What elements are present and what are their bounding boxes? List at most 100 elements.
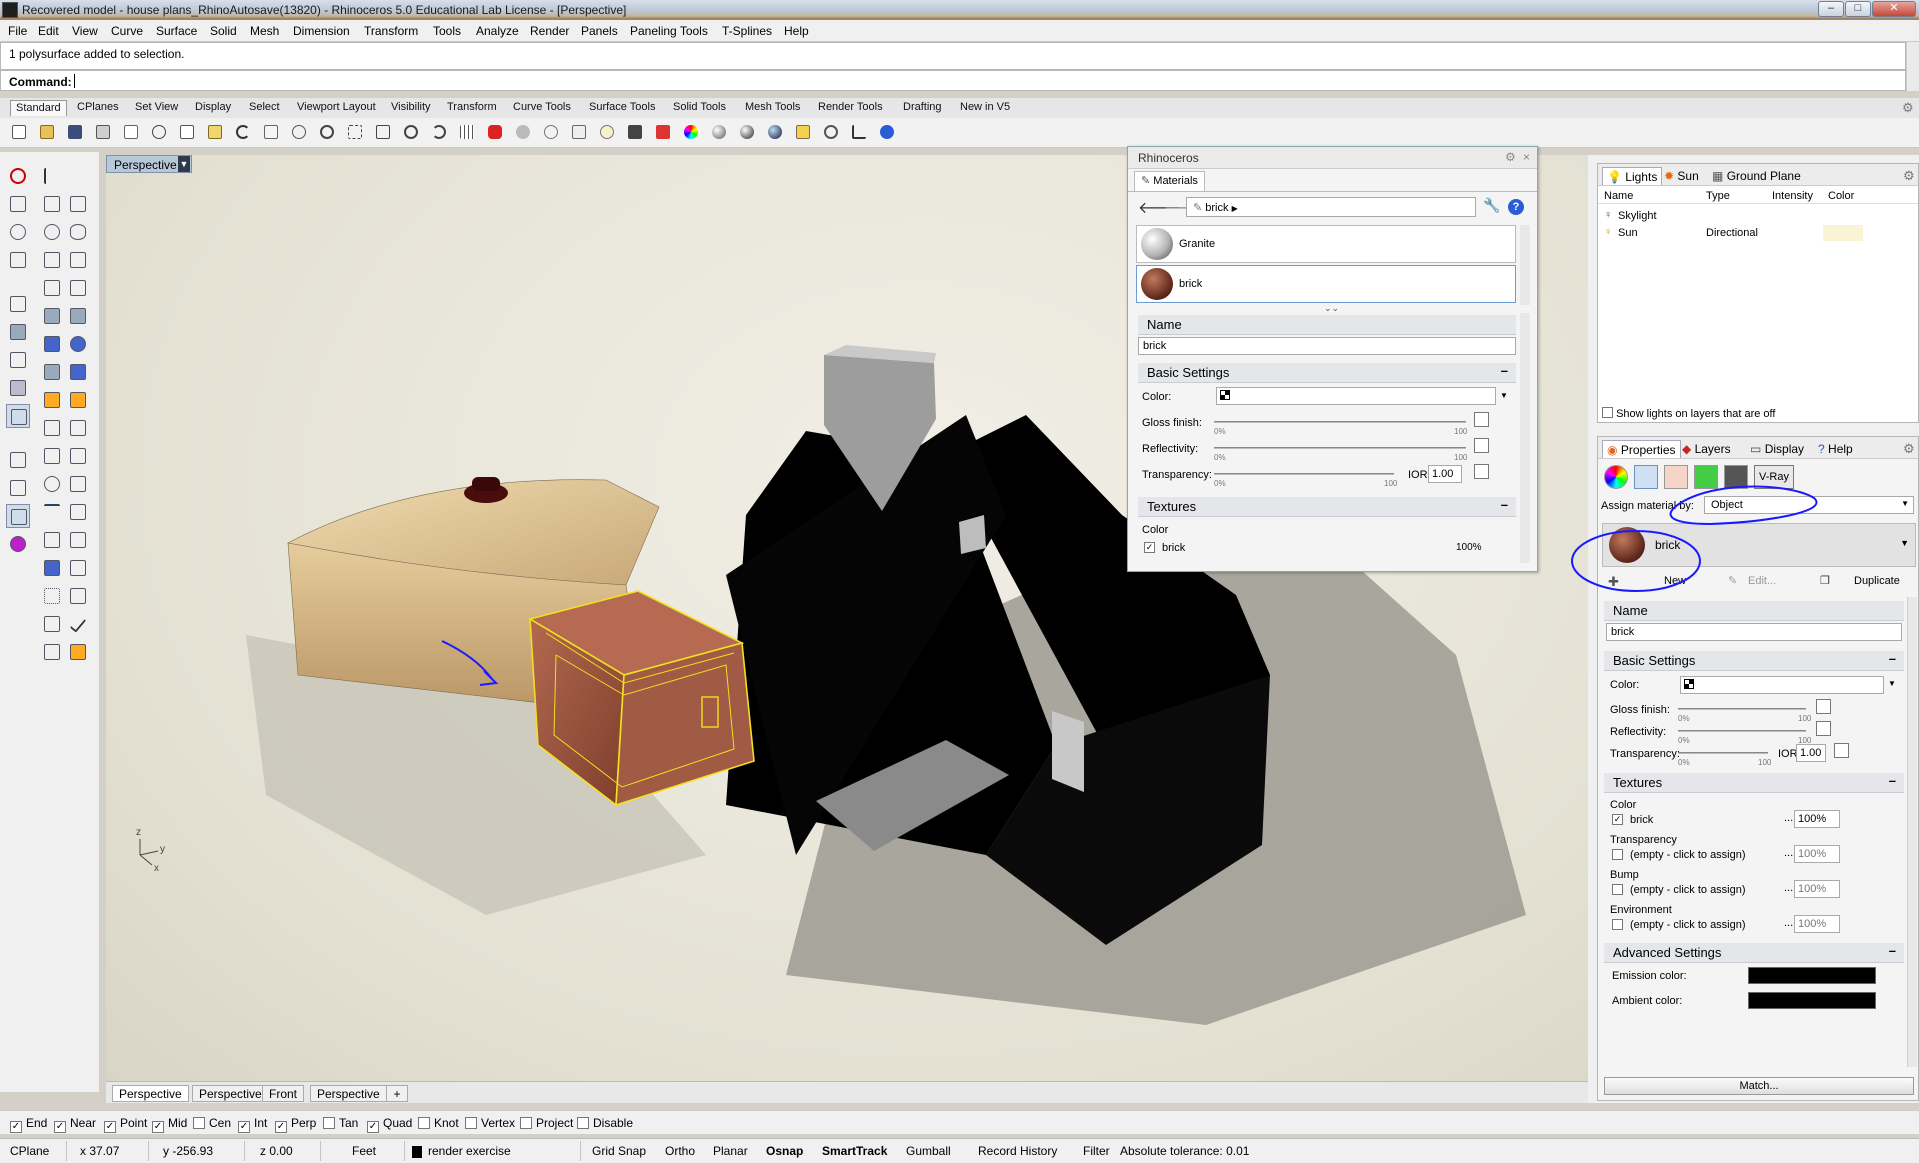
box-edge-icon[interactable] — [6, 404, 30, 428]
mp-gloss-slider[interactable] — [1214, 421, 1466, 423]
toolbar-settings-icon[interactable]: ⚙ — [1902, 100, 1914, 116]
light-icon[interactable] — [66, 388, 90, 412]
copy-icon[interactable] — [176, 121, 198, 143]
point-icon[interactable] — [66, 164, 90, 188]
tab-ground-plane[interactable]: ▦ Ground Plane — [1708, 167, 1805, 185]
menu-help[interactable]: Help — [784, 24, 809, 38]
tab-materials[interactable]: ✎ Materials — [1134, 171, 1205, 191]
osnap-perp[interactable]: ✓Perp — [275, 1116, 316, 1133]
axis-icon[interactable] — [6, 292, 30, 316]
ellipse-icon[interactable] — [66, 220, 90, 244]
show-lights-checkbox[interactable] — [1602, 407, 1613, 418]
tab-lights[interactable]: 💡 Lights — [1602, 167, 1662, 185]
texture-transparency-checkbox[interactable] — [1612, 849, 1623, 860]
car-icon[interactable] — [484, 121, 506, 143]
material-list-item-brick[interactable]: brick — [1136, 265, 1516, 303]
color-swatch-field[interactable] — [1680, 676, 1884, 694]
mirror-icon[interactable] — [66, 528, 90, 552]
toggle-planar[interactable]: Planar — [713, 1144, 748, 1158]
mp-transparency-swatch[interactable] — [1474, 464, 1489, 479]
material-list-scrollbar[interactable] — [1520, 225, 1530, 305]
texture-color-value[interactable]: brick — [1630, 814, 1653, 826]
solid-box-icon[interactable] — [40, 332, 64, 356]
mp-texture-color-amount[interactable]: 100% — [1456, 542, 1482, 553]
texture-environment-value[interactable]: (empty - click to assign) — [1630, 919, 1746, 931]
menu-analyze[interactable]: Analyze — [476, 24, 519, 38]
light-bulb-icon[interactable] — [596, 121, 618, 143]
osnap-mid-checkbox[interactable]: ✓ — [152, 1121, 164, 1133]
osnap-vertex-checkbox[interactable] — [465, 1117, 477, 1129]
texture-transparency-amount[interactable]: 100% — [1794, 845, 1840, 863]
tab-viewport-layout[interactable]: Viewport Layout — [292, 100, 381, 116]
sphere-wire-icon[interactable] — [6, 220, 30, 244]
purple-gear-icon[interactable] — [6, 532, 30, 556]
rendered-sphere-icon[interactable] — [736, 121, 758, 143]
zoom-icon[interactable] — [316, 121, 338, 143]
surface-icon[interactable] — [40, 304, 64, 328]
splitter-icon[interactable]: ⌄⌄ — [1324, 303, 1339, 314]
select-arrow-icon[interactable] — [40, 164, 64, 188]
osnap-point-checkbox[interactable]: ✓ — [104, 1121, 116, 1133]
col-intensity[interactable]: Intensity — [1772, 190, 1813, 202]
extrude-icon[interactable] — [66, 360, 90, 384]
maximize-button[interactable]: □ — [1845, 1, 1871, 17]
tab-solid-tools[interactable]: Solid Tools — [668, 100, 731, 116]
material-name-field[interactable]: brick — [1606, 623, 1902, 641]
polygon-icon[interactable] — [40, 276, 64, 300]
properties-settings-icon[interactable]: ⚙ — [1903, 441, 1915, 457]
grid-icon[interactable] — [40, 584, 64, 608]
new-icon[interactable] — [8, 121, 30, 143]
tab-layers[interactable]: ◆ Layers — [1678, 440, 1735, 458]
toggle-grid-snap[interactable]: Grid Snap — [592, 1144, 646, 1158]
scale-icon[interactable] — [66, 472, 90, 496]
mp-color-field[interactable] — [1216, 387, 1496, 405]
tab-cplanes[interactable]: CPlanes — [72, 100, 124, 116]
menu-surface[interactable]: Surface — [156, 24, 197, 38]
pan-icon[interactable] — [260, 121, 282, 143]
panel-settings-icon[interactable]: ⚙ — [1505, 150, 1516, 164]
duplicate-material-button[interactable]: Duplicate — [1854, 575, 1900, 587]
cylinder-icon[interactable] — [40, 360, 64, 384]
move-icon[interactable] — [40, 416, 64, 440]
osnap-project-checkbox[interactable] — [520, 1117, 532, 1129]
osnap-vertex[interactable]: Vertex — [465, 1116, 515, 1130]
ior-field[interactable]: 1.00 — [1796, 744, 1826, 762]
curve-icon[interactable] — [66, 192, 90, 216]
plane-icon[interactable] — [6, 192, 30, 216]
tab-sun[interactable]: ✹ Sun — [1660, 167, 1703, 185]
open-icon[interactable] — [36, 121, 58, 143]
split-icon[interactable] — [66, 444, 90, 468]
properties-scrollbar[interactable] — [1907, 597, 1917, 1067]
osnap-tan[interactable]: Tan — [323, 1116, 358, 1130]
mp-gloss-swatch[interactable] — [1474, 412, 1489, 427]
shaded-sphere-icon[interactable] — [708, 121, 730, 143]
render-icon[interactable] — [764, 121, 786, 143]
advanced-settings-header[interactable]: Advanced Settings– — [1604, 943, 1904, 963]
arc-icon[interactable] — [40, 248, 64, 272]
menu-tools[interactable]: Tools — [433, 24, 461, 38]
minimize-button[interactable]: – — [1818, 1, 1844, 17]
menu-t-splines[interactable]: T-Splines — [722, 24, 772, 38]
properties-icon[interactable] — [792, 121, 814, 143]
sweep-icon[interactable] — [66, 304, 90, 328]
circle-icon[interactable] — [40, 220, 64, 244]
osnap-quad-checkbox[interactable]: ✓ — [367, 1121, 379, 1133]
osnap-mid[interactable]: ✓Mid — [152, 1116, 187, 1133]
stop-icon[interactable] — [6, 164, 30, 188]
zoom-window-icon[interactable] — [344, 121, 366, 143]
boolean-icon[interactable] — [66, 332, 90, 356]
polyline-icon[interactable] — [40, 192, 64, 216]
mp-name-field[interactable]: brick — [1138, 337, 1516, 355]
chevron-down-icon[interactable]: ▼ — [1500, 391, 1508, 400]
wrench-icon[interactable]: 🔧 — [1483, 197, 1500, 214]
textures-header[interactable]: Textures– — [1604, 773, 1904, 793]
osnap-near[interactable]: ✓Near — [54, 1116, 96, 1133]
lock-icon[interactable] — [624, 121, 646, 143]
lights-settings-icon[interactable]: ⚙ — [1903, 168, 1915, 184]
solid-tools-icon[interactable] — [40, 556, 64, 580]
col-color[interactable]: Color — [1828, 190, 1854, 202]
menu-panels[interactable]: Panels — [581, 24, 618, 38]
menu-dimension[interactable]: Dimension — [293, 24, 350, 38]
menu-view[interactable]: View — [72, 24, 98, 38]
dimension-icon[interactable] — [848, 121, 870, 143]
